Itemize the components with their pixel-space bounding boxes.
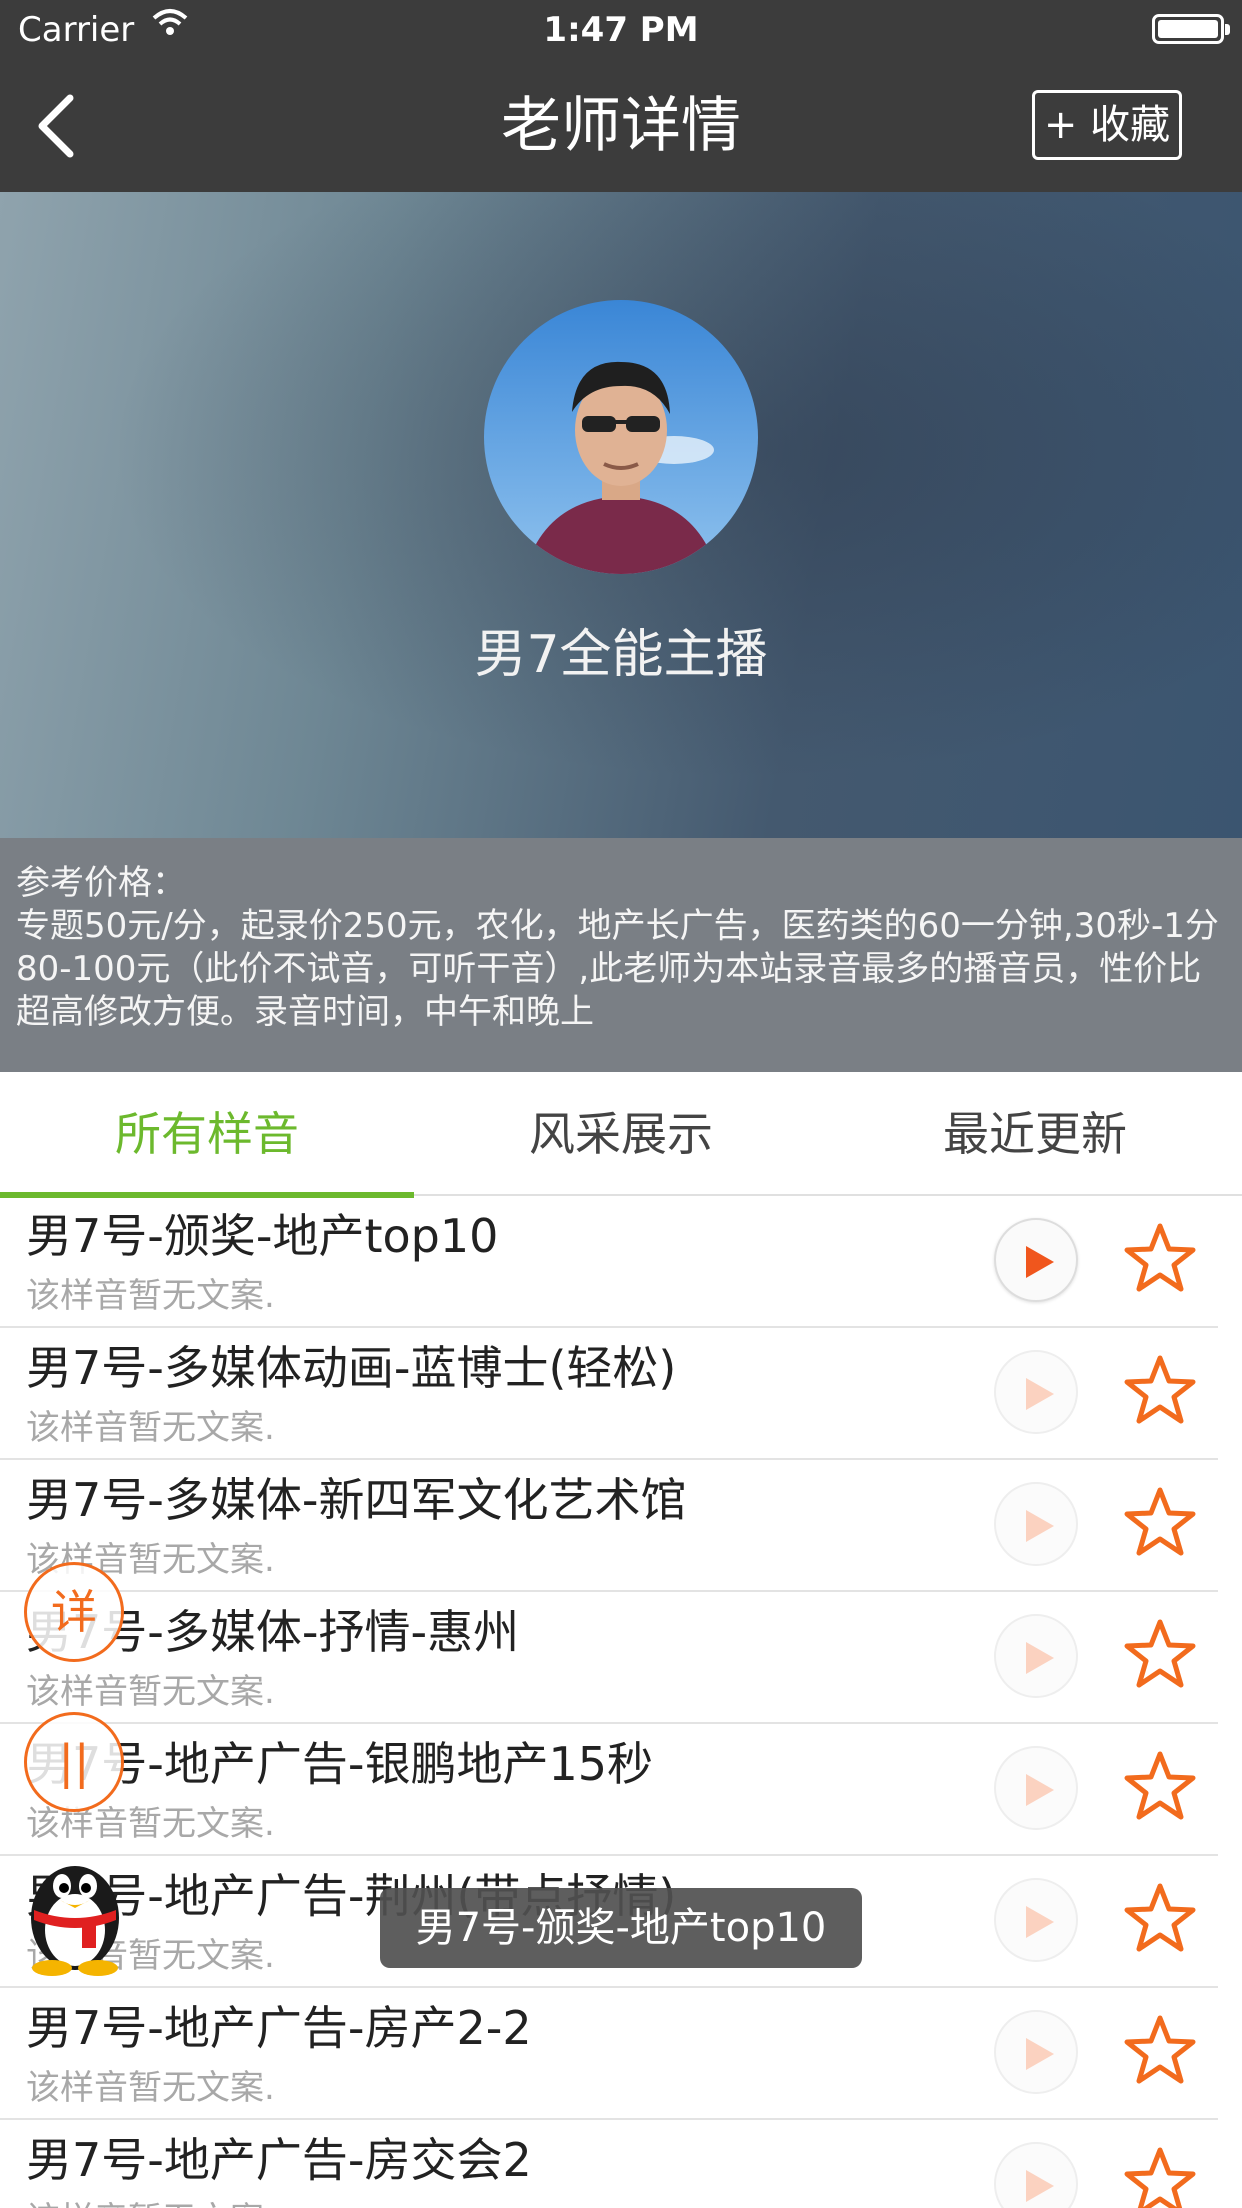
price-panel: 参考价格： 专题50元/分，起录价250元，农化，地产长广告，医药类的60一分钟… bbox=[0, 838, 1242, 1072]
favorite-star-button[interactable] bbox=[1124, 1354, 1196, 1426]
tab-recent-updates[interactable]: 最近更新 bbox=[828, 1072, 1242, 1196]
profile-header: 男7全能主播 bbox=[0, 192, 1242, 838]
qq-penguin-icon[interactable] bbox=[20, 1846, 130, 1976]
tab-all-samples[interactable]: 所有样音 bbox=[0, 1072, 414, 1198]
play-icon bbox=[1026, 1378, 1054, 1410]
price-label: 参考价格： bbox=[16, 863, 186, 903]
sample-title: 男7号-多媒体动画-蓝博士(轻松) bbox=[26, 1341, 677, 1395]
play-icon bbox=[1026, 1906, 1054, 1938]
favorite-star-button[interactable] bbox=[1124, 1222, 1196, 1294]
play-button[interactable] bbox=[994, 1218, 1078, 1302]
favorite-button[interactable]: + 收藏 bbox=[1032, 90, 1182, 160]
status-time: 1:47 PM bbox=[543, 10, 699, 50]
avatar bbox=[484, 300, 758, 574]
star-icon bbox=[1124, 1619, 1196, 1688]
sample-desc: 该样音暂无文案. bbox=[26, 1672, 275, 1712]
star-icon bbox=[1124, 1751, 1196, 1820]
sample-desc: 该样音暂无文案. bbox=[26, 2192, 275, 2208]
list-item[interactable]: 男7号-地产广告-房交会2 该样音暂无文案. bbox=[0, 2120, 1242, 2208]
star-icon bbox=[1124, 1355, 1196, 1424]
list-item[interactable]: 男7号-多媒体-抒情-惠州 该样音暂无文案. bbox=[0, 1592, 1242, 1724]
sample-title: 男7号-多媒体-新四军文化艺术馆 bbox=[26, 1473, 687, 1527]
sample-title: 男7号-颁奖-地产top10 bbox=[26, 1209, 499, 1263]
play-icon bbox=[1026, 1510, 1054, 1542]
favorite-star-button[interactable] bbox=[1124, 1750, 1196, 1822]
list-item[interactable]: 男7号-多媒体-新四军文化艺术馆 该样音暂无文案. bbox=[0, 1460, 1242, 1592]
sample-desc: 该样音暂无文案. bbox=[26, 1408, 275, 1448]
play-button[interactable] bbox=[994, 1614, 1078, 1698]
star-icon bbox=[1124, 1487, 1196, 1556]
star-icon bbox=[1124, 2015, 1196, 2084]
play-button[interactable] bbox=[994, 2010, 1078, 2094]
tab-bar: 所有样音 风采展示 最近更新 bbox=[0, 1072, 1242, 1198]
star-icon bbox=[1124, 2147, 1196, 2208]
sample-list: 男7号-颁奖-地产top10 该样音暂无文案. 男7号-多媒体动画-蓝博士(轻松… bbox=[0, 1196, 1242, 2208]
now-playing-toast: 男7号-颁奖-地产top10 bbox=[380, 1888, 862, 1968]
play-button[interactable] bbox=[994, 1746, 1078, 1830]
play-button[interactable] bbox=[994, 1878, 1078, 1962]
nav-bar: 老师详情 + 收藏 bbox=[0, 60, 1242, 192]
price-text: 专题50元/分，起录价250元，农化，地产长广告，医药类的60一分钟,30秒-1… bbox=[16, 906, 1219, 1032]
favorite-star-button[interactable] bbox=[1124, 2014, 1196, 2086]
status-bar: Carrier 1:47 PM bbox=[0, 0, 1242, 60]
tab-showcase[interactable]: 风采展示 bbox=[414, 1072, 828, 1196]
sample-desc: 该样音暂无文案. bbox=[26, 2068, 275, 2108]
star-icon bbox=[1124, 1223, 1196, 1292]
battery-icon bbox=[1152, 14, 1230, 44]
sample-desc: 该样音暂无文案. bbox=[26, 1276, 275, 1316]
play-button[interactable] bbox=[994, 2142, 1078, 2208]
list-item[interactable]: 男7号-地产广告-房产2-2 该样音暂无文案. bbox=[0, 1988, 1242, 2120]
play-icon bbox=[1026, 2170, 1054, 2202]
play-button[interactable] bbox=[994, 1482, 1078, 1566]
favorite-star-button[interactable] bbox=[1124, 1882, 1196, 1954]
favorite-star-button[interactable] bbox=[1124, 1486, 1196, 1558]
list-item[interactable]: 男7号-多媒体动画-蓝博士(轻松) 该样音暂无文案. bbox=[0, 1328, 1242, 1460]
play-icon bbox=[1026, 2038, 1054, 2070]
play-icon bbox=[1026, 1246, 1054, 1278]
sample-title: 男7号-地产广告-房交会2 bbox=[26, 2133, 532, 2187]
list-item[interactable]: 男7号-颁奖-地产top10 该样音暂无文案. bbox=[0, 1196, 1242, 1328]
favorite-star-button[interactable] bbox=[1124, 1618, 1196, 1690]
play-icon bbox=[1026, 1642, 1054, 1674]
pause-float-button[interactable]: || bbox=[24, 1712, 124, 1812]
teacher-name: 男7全能主播 bbox=[474, 625, 768, 685]
star-icon bbox=[1124, 1883, 1196, 1952]
play-button[interactable] bbox=[994, 1350, 1078, 1434]
favorite-star-button[interactable] bbox=[1124, 2146, 1196, 2208]
detail-float-button[interactable]: 详 bbox=[24, 1562, 124, 1662]
sample-title: 男7号-地产广告-房产2-2 bbox=[26, 2001, 532, 2055]
list-item[interactable]: 男7号-地产广告-银鹏地产15秒 该样音暂无文案. bbox=[0, 1724, 1242, 1856]
play-icon bbox=[1026, 1774, 1054, 1806]
